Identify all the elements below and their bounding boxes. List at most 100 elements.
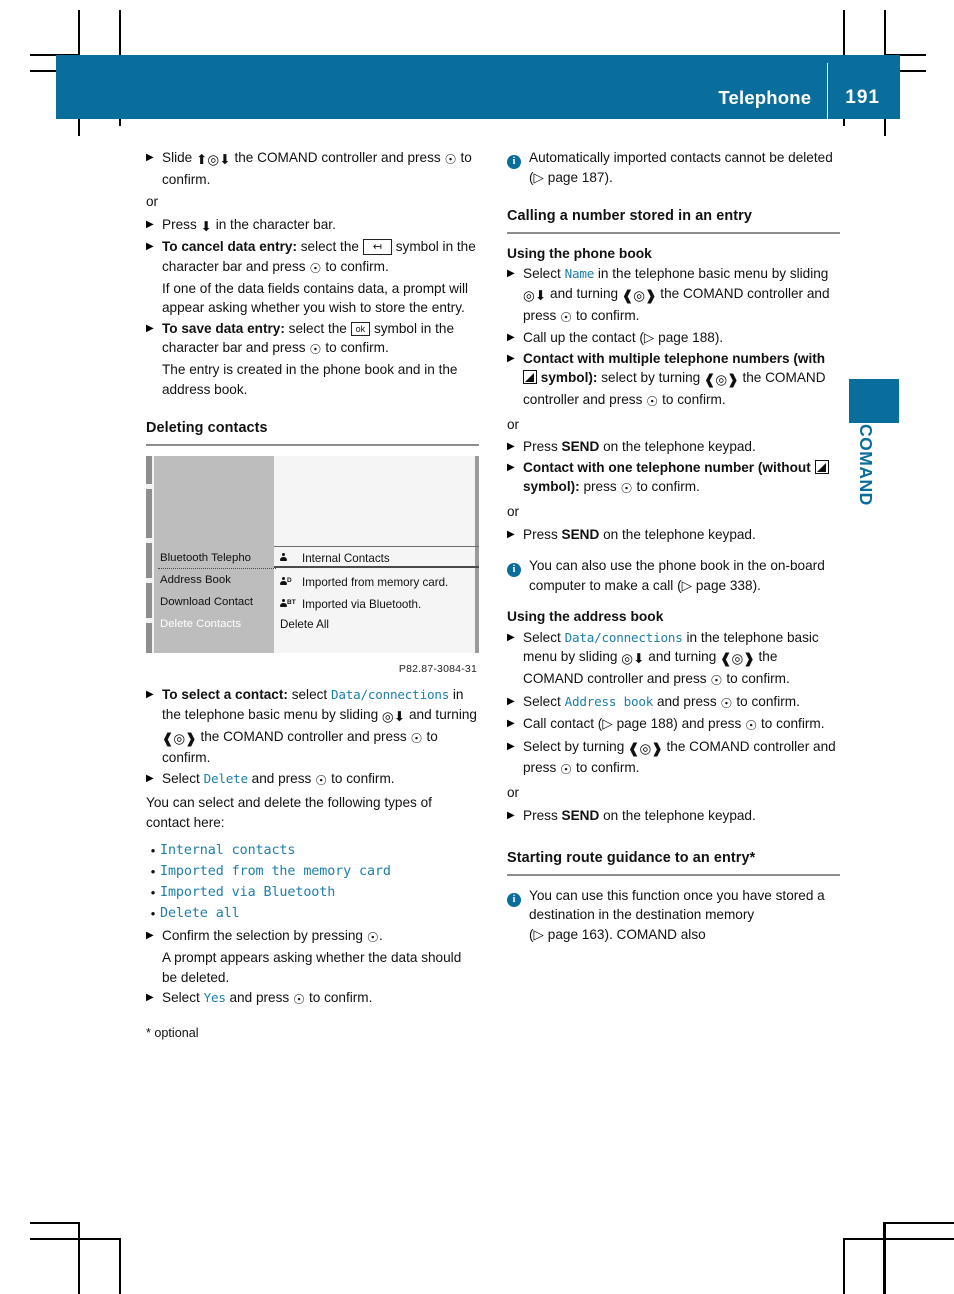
- slide-down-icon: ◎⬇: [523, 287, 547, 303]
- turn-controller-icon: ❰◎❱: [162, 730, 197, 746]
- step-press-character-bar: ▶ Press ⬇ in the character bar.: [146, 215, 479, 237]
- contact-type-delete-all: Delete all: [160, 906, 240, 922]
- subheading-using-address-book: Using the address book: [507, 609, 664, 625]
- step-text: To select a contact: select Data/connect…: [162, 687, 477, 766]
- screen-option-imported-memory-card[interactable]: D Imported from memory card.: [280, 571, 479, 593]
- step-lead: To save data entry:: [162, 320, 285, 336]
- step-extra: A prompt appears asking whether the data…: [162, 950, 462, 985]
- comand-screenshot: Bluetooth Telepho Address Book Download …: [146, 455, 479, 653]
- screen-menu-item-delete-contacts[interactable]: Delete Contacts: [160, 615, 278, 635]
- slide-updown-icon: ⬆◎⬇: [196, 152, 231, 167]
- step-text: Call contact (▷ page 188) and press ☉ to…: [523, 714, 840, 736]
- press-controller-icon: ☉: [710, 673, 723, 689]
- left-column: ▶ Slide ⬆◎⬇ the COMAND controller and pr…: [146, 148, 479, 1043]
- page-title: Telephone: [718, 87, 812, 108]
- step-marker-icon: ▶: [507, 631, 515, 643]
- step-marker-icon: ▶: [146, 152, 154, 163]
- press-controller-icon: ☉: [410, 730, 423, 746]
- screen-menu-item-bluetooth-telephone[interactable]: Bluetooth Telepho: [160, 549, 278, 569]
- cropmark-bl-h2: [30, 1238, 120, 1240]
- step-marker-icon: ▶: [507, 352, 515, 364]
- or-label-1: or: [507, 416, 520, 432]
- screen-option-internal-contacts[interactable]: Internal Contacts: [280, 549, 479, 569]
- step-text: Select Address book and press ☉ to confi…: [523, 692, 840, 714]
- cropmark-br-v3: [843, 1238, 845, 1294]
- step-select-address-book: ▶ Select Address book and press ☉ to con…: [507, 692, 840, 714]
- press-controller-icon: ☉: [560, 309, 573, 325]
- menu-ref-data-connections: Data/connections: [330, 687, 450, 703]
- press-controller-icon: ☉: [309, 260, 322, 276]
- press-controller-icon: ☉: [646, 393, 659, 409]
- step-text: Contact with multiple telephone numbers …: [523, 349, 840, 412]
- step-press-send-2: ▶ Press SEND on the telephone keypad.: [507, 525, 840, 545]
- page-header: Telephone 191: [56, 55, 900, 119]
- step-text: Press SEND on the telephone keypad.: [523, 526, 756, 542]
- page-reference: ▷ page 188: [602, 716, 674, 732]
- press-controller-icon: ☉: [620, 481, 633, 497]
- screen-option-imported-bluetooth[interactable]: BT Imported via Bluetooth.: [280, 593, 479, 615]
- screen-menu-item-download-contact[interactable]: Download Contact: [160, 593, 278, 613]
- step-text: Press ⬇ in the character bar.: [162, 215, 479, 237]
- person-memorycard-icon: D: [280, 571, 302, 593]
- step-text: Select Yes and press ☉ to confirm.: [162, 988, 479, 1010]
- step-contact-multiple-numbers: ▶ Contact with multiple telephone number…: [507, 349, 840, 412]
- screen-menu-item-address-book[interactable]: Address Book: [160, 571, 278, 591]
- step-call-up-contact: ▶ Call up the contact (▷ page 188).: [507, 328, 840, 348]
- page-reference: ▷ page 187: [533, 169, 605, 185]
- press-controller-icon: ☉: [720, 695, 733, 711]
- menu-ref-delete: Delete: [203, 770, 248, 786]
- step-text: Select Data/connections in the telephone…: [523, 628, 840, 691]
- step-press-send-3: ▶ Press SEND on the telephone keypad.: [507, 806, 840, 826]
- step-marker-icon: ▶: [146, 992, 154, 1004]
- step-marker-icon: ▶: [146, 322, 154, 334]
- turn-controller-icon: ❰◎❱: [720, 651, 755, 667]
- screen-menu-dotted-rule: [158, 567, 276, 570]
- step-select-yes: ▶ Select Yes and press ☉ to confirm.: [146, 988, 479, 1010]
- step-lead: Contact with multiple telephone numbers …: [523, 350, 826, 366]
- step-select-by-turning: ▶ Select by turning ❰◎❱ the COMAND contr…: [507, 737, 840, 780]
- person-bluetooth-icon: BT: [280, 593, 302, 615]
- step-text: Slide ⬆◎⬇ the COMAND controller and pres…: [162, 150, 472, 187]
- step-marker-icon: ▶: [507, 332, 515, 344]
- note-text: You can use this function once you have …: [529, 887, 825, 942]
- step-lead-2: symbol):: [540, 370, 598, 386]
- step-confirm-selection: ▶ Confirm the selection by pressing ☉. A…: [146, 926, 479, 987]
- turn-controller-icon: ❰◎❱: [621, 287, 657, 303]
- thumb-tab-block: [849, 379, 899, 423]
- info-icon: i: [507, 148, 529, 170]
- step-cancel-data-entry: ▶ To cancel data entry: select the ↤ sym…: [146, 237, 479, 317]
- step-marker-icon: ▶: [507, 441, 515, 453]
- press-controller-icon: ☉: [315, 772, 328, 788]
- slide-down-icon: ◎⬇: [381, 708, 406, 724]
- list-item: • Imported via Bluetooth: [146, 882, 479, 903]
- info-icon: i: [507, 556, 529, 578]
- step-text: Press SEND on the telephone keypad.: [523, 439, 756, 455]
- cropmark-bl-v2: [119, 1238, 121, 1294]
- note-text: Automatically imported contacts cannot b…: [529, 150, 833, 185]
- footnote-optional: * optional: [146, 1025, 199, 1040]
- ok-icon: ok: [350, 321, 371, 336]
- press-controller-icon: ☉: [309, 342, 322, 358]
- note-text: You can also use the phone book in the o…: [529, 558, 825, 593]
- press-controller-icon: ☉: [292, 992, 306, 1008]
- list-item: • Internal contacts: [146, 840, 479, 861]
- screen-option-delete-all[interactable]: Delete All: [280, 615, 479, 635]
- bullet-icon: •: [150, 864, 156, 880]
- menu-ref-name: Name: [564, 266, 595, 282]
- step-text: Select by turning ❰◎❱ the COMAND control…: [523, 737, 840, 780]
- down-arrow-icon: ⬇: [200, 218, 212, 234]
- step-select-delete: ▶ Select Delete and press ☉ to confirm.: [146, 769, 479, 791]
- step-text: To cancel data entry: select the ↤ symbo…: [162, 239, 476, 316]
- list-item: • Imported from the memory card: [146, 861, 479, 882]
- screen-left-scrollbar: [146, 455, 152, 653]
- step-text: Contact with one telephone number (witho…: [523, 458, 840, 499]
- list-item: • Delete all: [146, 903, 479, 924]
- note-onboard-computer: i You can also use the phone book in the…: [507, 556, 840, 595]
- step-slide: ▶ Slide ⬆◎⬇ the COMAND controller and pr…: [146, 148, 479, 189]
- step-marker-icon: ▶: [146, 772, 154, 784]
- heading-route-guidance: Starting route guidance to an entry*: [507, 849, 840, 876]
- step-text: Select Name in the telephone basic menu …: [523, 264, 840, 327]
- or-label-2: or: [507, 503, 520, 519]
- step-select-data-connections: ▶ Select Data/connections in the telepho…: [507, 628, 840, 691]
- step-marker-icon: ▶: [507, 695, 515, 707]
